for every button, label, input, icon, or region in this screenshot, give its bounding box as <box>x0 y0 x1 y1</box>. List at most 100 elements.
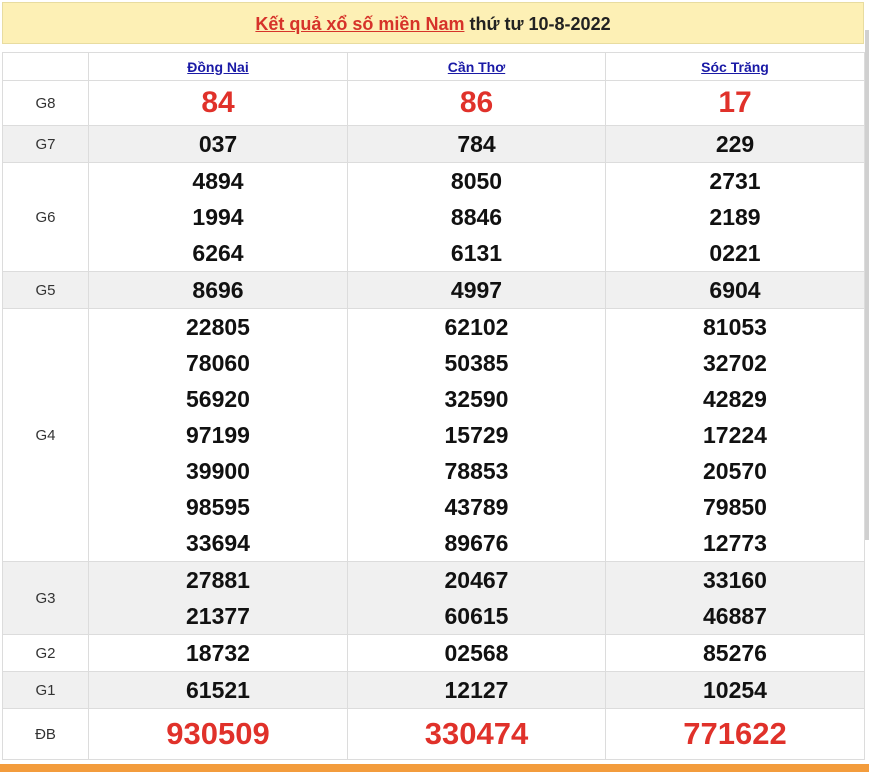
prize-number: 22805 <box>186 314 250 340</box>
prize-number: 81053 <box>703 314 767 340</box>
prize-label: G6 <box>2 162 89 272</box>
prize-number: 27881 <box>186 567 250 593</box>
prize-number: 6264 <box>192 240 244 266</box>
prize-label: ĐB <box>2 708 89 760</box>
prize-label: G4 <box>2 308 89 562</box>
prize-number: 62102 <box>444 314 509 340</box>
prize-row: G2 18732 02568 85276 <box>2 634 865 672</box>
prize-label: G3 <box>2 561 89 635</box>
prize-row: G5 8696 4997 6904 <box>2 271 865 309</box>
prize-cell: 85276 <box>605 634 865 672</box>
prize-cell: 81053 32702 42829 17224 20570 79850 12773 <box>605 308 865 562</box>
prize-number: 6131 <box>450 240 503 266</box>
prize-number: 15729 <box>444 422 509 448</box>
prize-number: 037 <box>198 131 238 157</box>
prize-cell: 17 <box>605 80 865 126</box>
prize-cell: 229 <box>605 125 865 163</box>
prize-cell: 62102 50385 32590 15729 78853 43789 89676 <box>347 308 606 562</box>
prize-number: 8846 <box>450 204 503 230</box>
prize-number: 6904 <box>709 277 761 303</box>
prize-number: 771622 <box>683 716 787 751</box>
prize-number: 98595 <box>186 494 250 520</box>
prize-number: 20570 <box>703 458 767 484</box>
prize-number: 12127 <box>444 677 509 703</box>
prize-number: 97199 <box>186 422 250 448</box>
prize-number: 33694 <box>186 530 250 556</box>
results-body: G8 84 86 17 G7 037 784 229 G6 4894 1994 6264 8050 884… <box>2 80 865 760</box>
prize-number: 50385 <box>444 350 509 376</box>
prize-cell: 12127 <box>347 671 606 709</box>
prize-number: 17224 <box>703 422 767 448</box>
prize-cell: 771622 <box>605 708 865 760</box>
prize-number: 61521 <box>186 677 250 703</box>
prize-number: 229 <box>715 131 755 157</box>
scrollbar[interactable] <box>865 30 869 540</box>
prize-row: G6 4894 1994 6264 8050 8846 6131 2731 2189 0221 <box>2 162 865 272</box>
prize-cell: 4997 <box>347 271 606 309</box>
results-table: Đồng Nai Cần Thơ Sóc Trăng G8 84 86 17 G7 037… <box>2 52 865 760</box>
prize-number: 79850 <box>703 494 767 520</box>
prize-number: 32702 <box>703 350 767 376</box>
prize-number: 42829 <box>703 386 767 412</box>
results-panel: Kết quả xổ số miền Nam thứ tư 10-8-2022 … <box>2 2 865 760</box>
prize-cell: 930509 <box>88 708 348 760</box>
prize-row: G4 22805 78060 56920 97199 39900 98595 33694 621… <box>2 308 865 562</box>
prize-number: 21377 <box>186 603 250 629</box>
prize-number: 43789 <box>444 494 509 520</box>
prize-cell: 18732 <box>88 634 348 672</box>
province-link-soc-trang[interactable]: Sóc Trăng <box>701 59 769 75</box>
page-title: Kết quả xổ số miền Nam thứ tư 10-8-2022 <box>2 2 864 44</box>
prize-number: 2189 <box>709 204 761 230</box>
prize-cell: 02568 <box>347 634 606 672</box>
prize-number: 32590 <box>444 386 509 412</box>
prize-cell: 8696 <box>88 271 348 309</box>
header-province-3: Sóc Trăng <box>605 52 865 81</box>
prize-cell: 8050 8846 6131 <box>347 162 606 272</box>
header-province-1: Đồng Nai <box>88 52 348 81</box>
prize-number: 02568 <box>444 640 509 666</box>
header-province-2: Cần Thơ <box>347 52 606 81</box>
prize-cell: 61521 <box>88 671 348 709</box>
prize-number: 85276 <box>703 640 767 666</box>
province-link-dong-nai[interactable]: Đồng Nai <box>187 59 248 75</box>
prize-number: 78853 <box>444 458 509 484</box>
header-empty-cell <box>2 52 89 81</box>
prize-cell: 22805 78060 56920 97199 39900 98595 33694 <box>88 308 348 562</box>
prize-number: 8696 <box>192 277 244 303</box>
prize-cell: 037 <box>88 125 348 163</box>
prize-number: 33160 <box>703 567 767 593</box>
prize-number: 10254 <box>703 677 767 703</box>
prize-number: 0221 <box>709 240 761 266</box>
prize-cell: 86 <box>347 80 606 126</box>
prize-number: 12773 <box>703 530 767 556</box>
prize-number: 56920 <box>186 386 250 412</box>
prize-number: 84 <box>201 86 235 119</box>
table-header-row: Đồng Nai Cần Thơ Sóc Trăng <box>2 52 865 81</box>
prize-number: 2731 <box>709 168 761 194</box>
prize-number: 330474 <box>424 716 529 751</box>
prize-number: 78060 <box>186 350 250 376</box>
prize-label: G1 <box>2 671 89 709</box>
prize-number: 39900 <box>186 458 250 484</box>
prize-number: 86 <box>459 86 494 119</box>
prize-label: G8 <box>2 80 89 126</box>
prize-cell: 784 <box>347 125 606 163</box>
title-date: thứ tư 10-8-2022 <box>464 14 611 34</box>
prize-label: G7 <box>2 125 89 163</box>
prize-number: 60615 <box>444 603 509 629</box>
prize-cell: 33160 46887 <box>605 561 865 635</box>
prize-cell: 84 <box>88 80 348 126</box>
title-link[interactable]: Kết quả xổ số miền Nam <box>255 14 464 34</box>
prize-number: 89676 <box>444 530 509 556</box>
prize-row: G1 61521 12127 10254 <box>2 671 865 709</box>
prize-number: 4894 <box>192 168 244 194</box>
prize-label: G2 <box>2 634 89 672</box>
province-link-can-tho[interactable]: Cần Thơ <box>448 59 505 75</box>
prize-number: 46887 <box>703 603 767 629</box>
prize-cell: 10254 <box>605 671 865 709</box>
prize-row: ĐB 930509 330474 771622 <box>2 708 865 760</box>
prize-number: 18732 <box>186 640 250 666</box>
prize-cell: 4894 1994 6264 <box>88 162 348 272</box>
prize-number: 930509 <box>166 716 270 751</box>
prize-cell: 330474 <box>347 708 606 760</box>
